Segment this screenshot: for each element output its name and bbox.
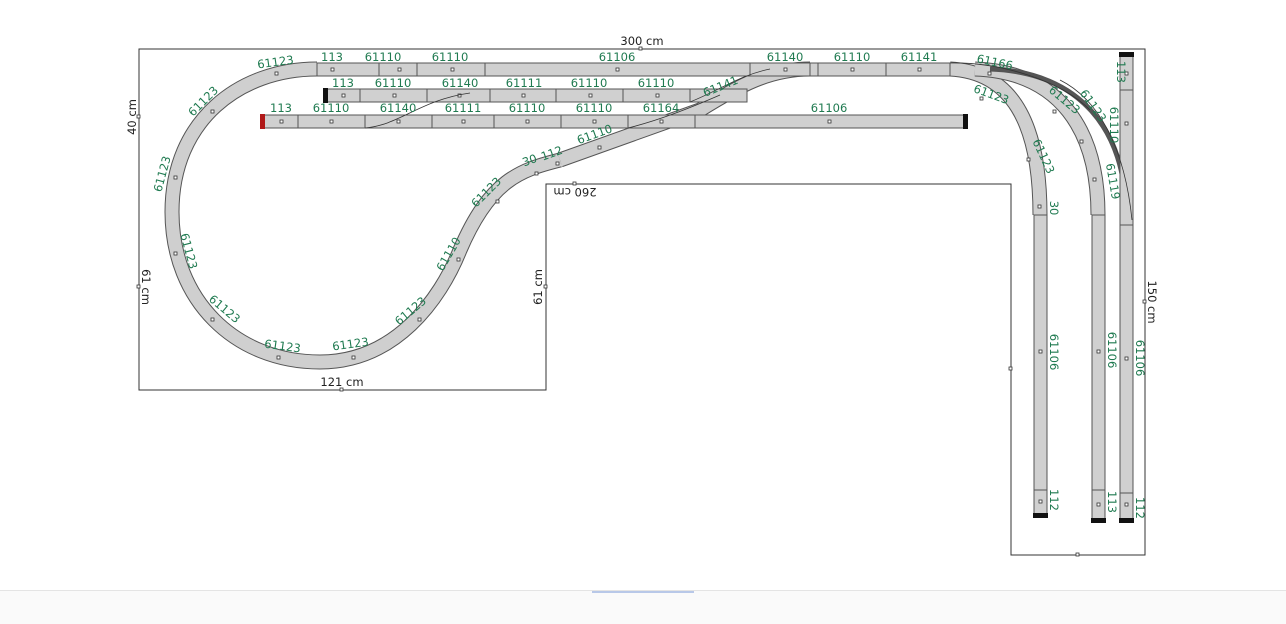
track-label: 30 (1047, 201, 1061, 216)
track-label: 61110 (638, 76, 675, 90)
track-label: 112 (1047, 489, 1061, 511)
track-label: 61106 (811, 101, 848, 115)
straight-tracks (262, 53, 1134, 521)
dim-inner-right: 61 cm (531, 269, 545, 305)
track-label: 112 (1133, 497, 1147, 519)
track-label: 61106 (1105, 332, 1119, 369)
track-label: 113 (1114, 61, 1128, 83)
dim-bottom-left: 121 cm (320, 375, 363, 389)
track-label: 61111 (506, 76, 543, 90)
track-label: 61110 (375, 76, 412, 90)
dim-left-lower: 61 cm (139, 269, 153, 305)
track-label: 113 (1105, 491, 1119, 513)
track-label: 61110 (313, 101, 350, 115)
track-label: 61141 (901, 50, 938, 64)
track-label: 61110 (365, 50, 402, 64)
buffer-stop-red (260, 114, 265, 129)
horizontal-scroll-thumb[interactable] (592, 591, 694, 593)
track-label: 113 (270, 101, 292, 115)
dim-top: 300 cm (620, 34, 663, 48)
track-label: 61111 (445, 101, 482, 115)
track-label: 61110 (571, 76, 608, 90)
track-label: 61140 (767, 50, 804, 64)
dim-left: 40 cm (125, 99, 139, 135)
track-label: 61106 (1047, 334, 1061, 371)
track-plan-canvas[interactable]: 300 cm 40 cm 260 cm 61 cm 61 cm 121 cm 1… (0, 0, 1286, 623)
track-label: 113 (321, 50, 343, 64)
track-label: 61110 (509, 101, 546, 115)
status-bar (0, 590, 1286, 624)
track-label: 61106 (1133, 340, 1147, 377)
track-label: 61110 (1107, 107, 1121, 144)
track-label: 61140 (380, 101, 417, 115)
dim-right: 150 cm (1145, 280, 1159, 323)
track-label: 61110 (834, 50, 871, 64)
dim-inner-top: 260 cm (553, 185, 596, 199)
track-label: 61106 (599, 50, 636, 64)
track-label: 61110 (432, 50, 469, 64)
track-label: 61164 (643, 101, 680, 115)
track-label: 113 (332, 76, 354, 90)
track-label: 61140 (442, 76, 479, 90)
track-label: 61110 (576, 101, 613, 115)
